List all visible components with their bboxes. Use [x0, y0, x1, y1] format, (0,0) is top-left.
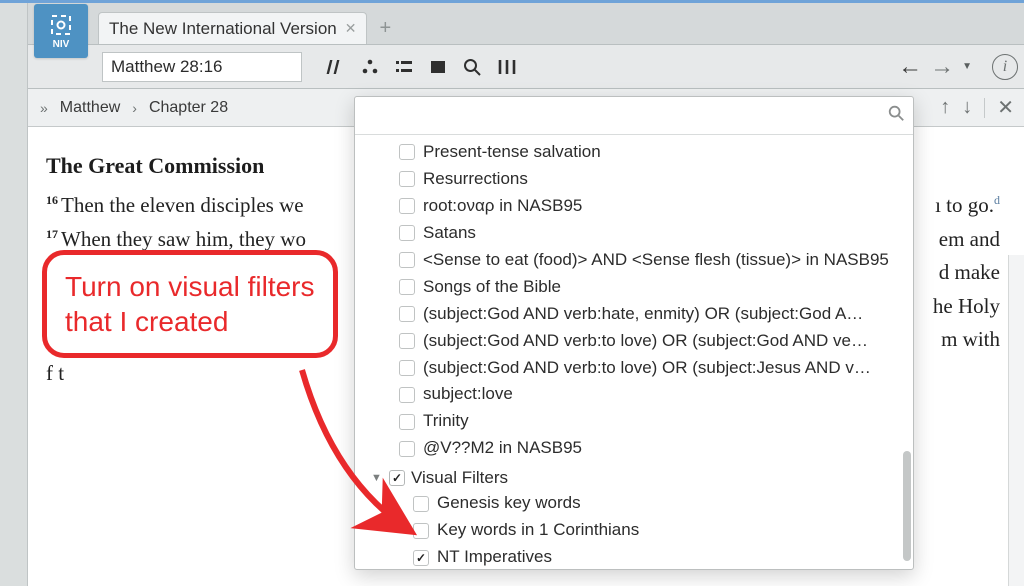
tab[interactable]: The New International Version ✕ [98, 12, 367, 44]
visual-filters-popover: Present-tense salvation Resurrections root… [354, 96, 914, 570]
checkbox[interactable] [399, 306, 415, 322]
filter-item[interactable]: Genesis key words [359, 490, 909, 517]
verse-16-text: Then the eleven disciples we [61, 193, 304, 217]
scrollbar-thumb[interactable] [903, 451, 911, 561]
tab-title: The New International Version [109, 19, 337, 39]
filter-item-label: (subject:God AND verb:to love) OR (subje… [423, 357, 871, 380]
filter-item[interactable]: Present-tense salvation [359, 139, 909, 166]
filter-item[interactable]: (subject:God AND verb:to love) OR (subje… [359, 328, 909, 355]
checkbox[interactable] [399, 171, 415, 187]
breadcrumb-expand-icon[interactable]: » [40, 100, 48, 116]
nav-buttons: ← → ▼ i [898, 53, 1018, 81]
checkbox[interactable] [413, 523, 429, 539]
disclosure-triangle-icon[interactable]: ▼ [371, 472, 383, 484]
breadcrumb-book[interactable]: Matthew [60, 99, 120, 117]
chevron-right-icon: › [132, 100, 137, 116]
filter-item[interactable]: NT Imperatives [359, 544, 909, 569]
filter-item-label: Genesis key words [437, 492, 581, 515]
filter-item-label: Resurrections [423, 168, 528, 191]
popover-list[interactable]: Present-tense salvation Resurrections root… [355, 135, 913, 569]
checkbox[interactable] [399, 333, 415, 349]
checkbox[interactable] [399, 387, 415, 403]
search-icon[interactable] [462, 57, 482, 77]
popover-search [355, 97, 913, 135]
columns-icon[interactable] [496, 57, 518, 77]
footnote-ref-d[interactable]: d [994, 193, 1000, 207]
filter-item[interactable]: Trinity [359, 408, 909, 435]
history-dropdown[interactable]: ▼ [962, 61, 972, 72]
filter-item-label: Satans [423, 222, 476, 245]
reference-value: Matthew 28:16 [111, 57, 223, 77]
checkbox[interactable] [399, 225, 415, 241]
target-icon [49, 13, 73, 37]
filter-item-label: @V??M2 in NASB95 [423, 437, 582, 460]
filter-item-label: root:οναρ in NASB95 [423, 195, 582, 218]
filter-item-label: Key words in 1 Corinthians [437, 519, 639, 542]
checkbox[interactable] [389, 470, 405, 486]
checkbox[interactable] [399, 279, 415, 295]
checkbox[interactable] [399, 198, 415, 214]
filter-item-label: Present-tense salvation [423, 141, 601, 164]
next-chapter-button[interactable]: ↓ [962, 96, 972, 119]
parallel-icon[interactable] [326, 57, 346, 77]
filter-item-label: <Sense to eat (food)> AND <Sense flesh (… [423, 249, 889, 272]
annotation-text: Turn on visual filters that I created [65, 271, 315, 337]
breadcrumb-chapter[interactable]: Chapter 28 [149, 99, 228, 117]
filter-item-label: NT Imperatives [437, 546, 552, 569]
card-icon[interactable] [428, 57, 448, 77]
filter-group-label: Visual Filters [411, 468, 508, 488]
list-icon[interactable] [394, 57, 414, 77]
filter-item-label: (subject:God AND verb:hate, enmity) OR (… [423, 303, 863, 326]
close-icon[interactable]: ✕ [345, 20, 357, 37]
close-panel-button[interactable]: ✕ [997, 95, 1014, 120]
new-tab-button[interactable]: + [367, 12, 403, 44]
filter-item-label: subject:love [423, 383, 513, 406]
toolbar-icons [326, 57, 518, 77]
toolbar: Matthew 28:16 [28, 45, 1024, 89]
filter-item[interactable]: Key words in 1 Corinthians [359, 517, 909, 544]
tab-bar: NIV The New International Version ✕ + [28, 3, 1024, 45]
filter-item[interactable]: Satans [359, 220, 909, 247]
filter-item[interactable]: subject:love [359, 381, 909, 408]
checkbox[interactable] [399, 360, 415, 376]
annotation-bubble: Turn on visual filters that I created [42, 250, 338, 358]
filter-item[interactable]: Songs of the Bible [359, 274, 909, 301]
info-button[interactable]: i [992, 54, 1018, 80]
resource-tile[interactable]: NIV [34, 4, 88, 58]
filter-item[interactable]: Resurrections [359, 166, 909, 193]
checkbox[interactable] [413, 550, 429, 566]
filter-item[interactable]: @V??M2 in NASB95 [359, 435, 909, 462]
checkbox[interactable] [413, 496, 429, 512]
prev-chapter-button[interactable]: ↑ [940, 96, 950, 119]
verse-17-text: When they saw him, they wo [61, 227, 306, 251]
forward-button[interactable]: → [930, 53, 954, 81]
back-button[interactable]: ← [898, 53, 922, 81]
checkbox[interactable] [399, 252, 415, 268]
left-rail [0, 3, 28, 586]
popover-search-input[interactable] [363, 107, 887, 125]
filter-item-label: Songs of the Bible [423, 276, 561, 299]
filter-group-header[interactable]: ▼ Visual Filters [359, 462, 909, 490]
filter-item[interactable]: (subject:God AND verb:to love) OR (subje… [359, 355, 909, 382]
filter-item-label: Trinity [423, 410, 469, 433]
filter-item[interactable]: (subject:God AND verb:hate, enmity) OR (… [359, 301, 909, 328]
checkbox[interactable] [399, 144, 415, 160]
checkbox[interactable] [399, 414, 415, 430]
search-icon[interactable] [887, 104, 905, 127]
filter-item[interactable]: <Sense to eat (food)> AND <Sense flesh (… [359, 247, 909, 274]
filter-item[interactable]: root:οναρ in NASB95 [359, 193, 909, 220]
dots-icon[interactable] [360, 57, 380, 77]
resource-tile-abbr: NIV [53, 39, 70, 50]
filter-item-label: (subject:God AND verb:to love) OR (subje… [423, 330, 868, 353]
reference-input[interactable]: Matthew 28:16 [102, 52, 302, 82]
scrollbar-track[interactable] [1008, 255, 1024, 586]
checkbox[interactable] [399, 441, 415, 457]
